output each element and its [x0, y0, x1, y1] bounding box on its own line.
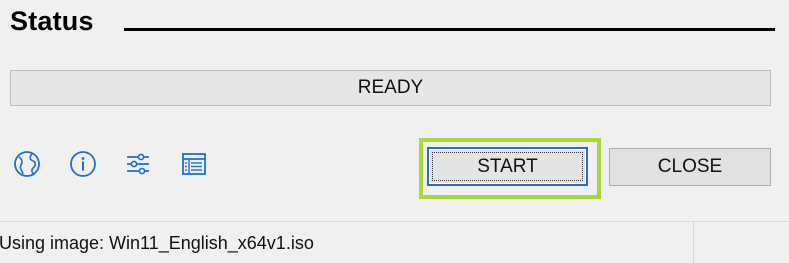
status-footer: Using image: Win11_English_x64v1.iso: [0, 222, 789, 263]
about-button[interactable]: [68, 149, 98, 179]
log-icon: [182, 153, 206, 175]
log-button[interactable]: [179, 149, 209, 179]
close-button-label: CLOSE: [657, 156, 723, 177]
globe-icon: [14, 151, 40, 177]
section-title: Status: [10, 6, 94, 36]
status-text: READY: [357, 77, 424, 98]
status-progress-bar: READY: [10, 70, 771, 106]
settings-sliders-icon: [127, 153, 149, 175]
section-divider: [124, 28, 775, 31]
settings-button[interactable]: [123, 149, 153, 179]
start-button-label: START: [477, 155, 538, 177]
start-button[interactable]: START: [427, 147, 588, 186]
info-icon: [70, 151, 96, 177]
footer-status-text: Using image: Win11_English_x64v1.iso: [0, 233, 314, 253]
close-button[interactable]: CLOSE: [609, 148, 771, 186]
language-button[interactable]: [12, 149, 42, 179]
footer-separator: [693, 222, 694, 263]
